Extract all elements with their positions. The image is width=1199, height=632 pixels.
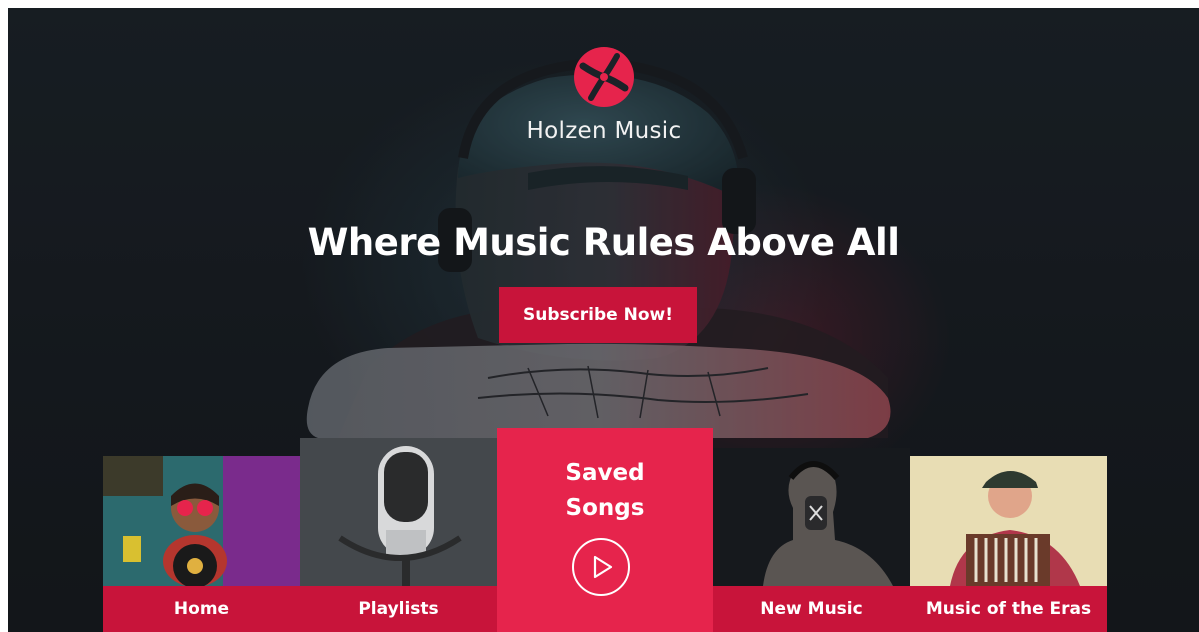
hero-section: Holzen Music Where Music Rules Above All… <box>8 8 1199 632</box>
eras-label: Music of the Eras <box>910 586 1107 632</box>
hero-headline: Where Music Rules Above All <box>307 221 900 264</box>
nav-card-saved-songs[interactable]: Saved Songs <box>497 428 713 632</box>
saved-songs-title: Saved Songs <box>565 460 645 521</box>
home-label: Home <box>103 586 300 632</box>
new-music-label: New Music <box>713 586 910 632</box>
eras-card-image <box>910 456 1107 586</box>
nav-card-music-of-the-eras[interactable]: Music of the Eras <box>910 456 1107 632</box>
nav-card-new-music[interactable]: New Music <box>713 448 910 632</box>
nav-card-home[interactable]: Home <box>103 456 300 632</box>
holzen-logo-icon <box>574 47 634 107</box>
play-circle-icon[interactable] <box>572 538 630 596</box>
brand-name: Holzen Music <box>526 118 682 144</box>
subscribe-button[interactable]: Subscribe Now! <box>499 287 697 343</box>
play-triangle-icon <box>593 555 613 579</box>
nav-card-playlists[interactable]: Playlists <box>300 438 497 632</box>
playlists-label: Playlists <box>300 586 497 632</box>
playlists-card-image <box>300 438 497 586</box>
home-card-image <box>103 456 300 586</box>
new-music-card-image <box>713 448 910 586</box>
